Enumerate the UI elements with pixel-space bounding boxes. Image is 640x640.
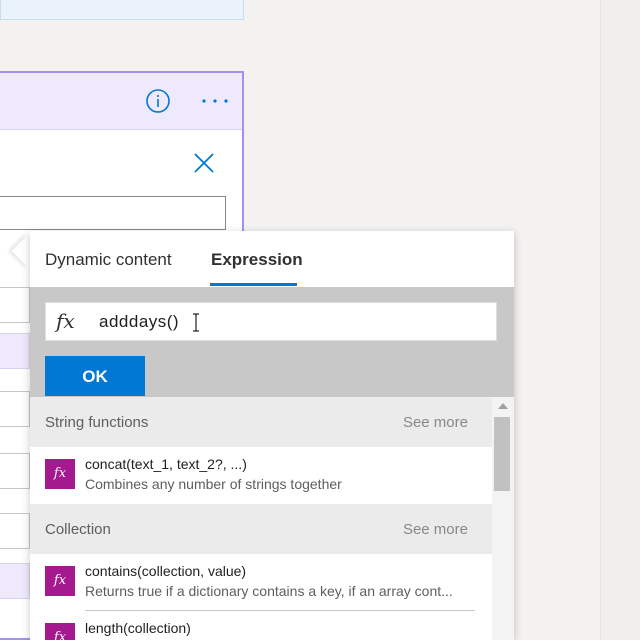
section-title: String functions: [45, 414, 149, 431]
expression-text[interactable]: adddays(): [99, 312, 179, 332]
close-icon[interactable]: [194, 153, 214, 173]
function-fx-icon: fx: [45, 566, 75, 596]
more-options-icon[interactable]: [201, 97, 229, 105]
list-scrollbar[interactable]: [492, 397, 514, 640]
active-tab-indicator: [210, 283, 297, 286]
card-section-row: [0, 563, 30, 599]
card-field-row[interactable]: [0, 513, 30, 549]
canvas-right-edge: [600, 0, 640, 640]
section-header-string-functions: String functions See more: [30, 397, 492, 447]
tab-dynamic-content[interactable]: Dynamic content: [45, 250, 172, 270]
tab-expression[interactable]: Expression: [211, 250, 303, 270]
function-item-concat[interactable]: fx concat(text_1, text_2?, ...) Combines…: [30, 447, 492, 503]
function-list: String functions See more fx concat(text…: [30, 397, 514, 640]
flyout-tabs: Dynamic content Expression: [30, 231, 514, 287]
expression-editor-area: fx adddays() OK: [30, 287, 514, 397]
info-icon[interactable]: [146, 89, 170, 113]
see-more-link[interactable]: See more: [403, 521, 468, 538]
scroll-thumb[interactable]: [494, 417, 510, 491]
function-item-contains[interactable]: fx contains(collection, value) Returns t…: [30, 554, 492, 610]
section-title: Collection: [45, 521, 111, 538]
function-fx-icon: fx: [45, 623, 75, 640]
function-fx-icon: fx: [45, 459, 75, 489]
see-more-link[interactable]: See more: [403, 414, 468, 431]
function-name: concat(text_1, text_2?, ...): [85, 456, 247, 472]
function-description: Returns true if a dictionary contains a …: [85, 583, 453, 599]
function-name: contains(collection, value): [85, 563, 247, 579]
ok-button[interactable]: OK: [45, 356, 145, 396]
action-input-field[interactable]: [0, 196, 226, 230]
action-card-header[interactable]: [0, 73, 242, 130]
fx-icon: fx: [56, 309, 75, 333]
function-item-length[interactable]: fx length(collection): [30, 611, 492, 640]
scroll-up-arrow-icon[interactable]: [498, 403, 508, 409]
function-name: length(collection): [85, 620, 191, 636]
expression-flyout: Dynamic content Expression fx adddays() …: [30, 231, 514, 640]
section-header-collection: Collection See more: [30, 504, 492, 554]
card-field-row[interactable]: [0, 453, 30, 489]
function-description: Combines any number of strings together: [85, 476, 342, 492]
text-cursor-icon: [193, 313, 199, 332]
card-field-row[interactable]: [0, 287, 30, 323]
card-section-row: [0, 333, 30, 369]
expression-input[interactable]: fx adddays(): [45, 302, 497, 341]
background-card-top: [0, 0, 244, 20]
card-field-row[interactable]: [0, 391, 30, 427]
